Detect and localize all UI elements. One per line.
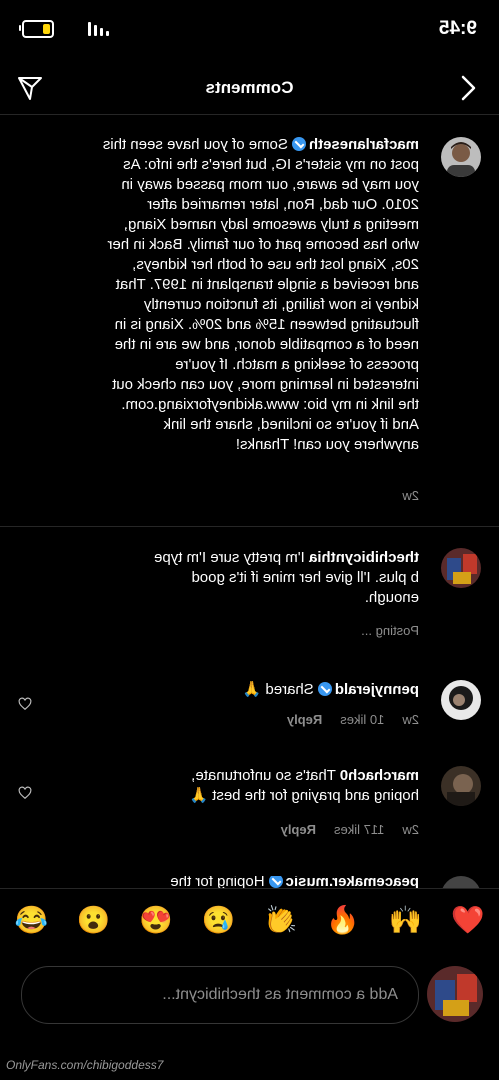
comment-meta: Posting ... bbox=[361, 623, 419, 638]
avatar[interactable] bbox=[441, 680, 481, 720]
comment-line: b plus. I'll give her mine if it's good bbox=[191, 569, 419, 586]
page-title: Comments bbox=[205, 78, 294, 97]
mirrored-screen: 9:45 Comments macfarlanesethSome of you … bbox=[0, 0, 499, 1080]
watermark: OnlyFans.com/chibigoddess7 bbox=[6, 1058, 164, 1072]
comment-line: hoping and praying for the best 🙏 bbox=[189, 787, 419, 804]
avatar[interactable] bbox=[441, 766, 481, 806]
status-bar: 9:45 bbox=[0, 0, 499, 60]
comment-username[interactable]: peacemaker.music bbox=[286, 876, 419, 888]
comment-body: macfarlaneseth Some of you have seen this… bbox=[59, 135, 419, 455]
comment-meta: 2w bbox=[402, 488, 419, 503]
posting-status: Posting ... bbox=[361, 623, 419, 638]
send-icon[interactable] bbox=[16, 74, 44, 102]
comment-line: Some of you have seen this bbox=[102, 136, 288, 153]
comment-input-wrapper bbox=[21, 966, 419, 1024]
reply-button[interactable]: Reply bbox=[281, 822, 316, 837]
emoji-crying[interactable]: 😢 bbox=[198, 904, 238, 936]
comment-line: need of a compatible donor, and we are i… bbox=[114, 336, 419, 353]
comment-line: the link in my bio: www.akidneyforxiang.… bbox=[121, 396, 419, 413]
comment-time: 2w bbox=[402, 822, 419, 837]
comment-line: anywhere you can! Thanks! bbox=[235, 436, 419, 453]
comment-body: thechibicynthia I'm pretty sure I'm type… bbox=[59, 548, 419, 608]
comment-line: process of seeking a match. If you're bbox=[175, 356, 419, 373]
comment-line: and received a single transplant in 1997… bbox=[115, 276, 419, 293]
emoji-heart[interactable]: ❤️ bbox=[448, 904, 488, 936]
emoji-quick-bar: ❤️ 🙌 🔥 👏 😢 😍 😮 😂 bbox=[0, 904, 499, 936]
comment-line: fluctuating between 15% and 20%. Xiang i… bbox=[114, 316, 419, 333]
comment-line: you may be aware, our mom passed away in bbox=[121, 176, 419, 193]
comment-body: pennyjerald Shared 🙏 bbox=[59, 680, 419, 700]
emoji-raised-hands[interactable]: 🙌 bbox=[385, 904, 425, 936]
comment-likes[interactable]: 10 likes bbox=[340, 712, 384, 727]
comment-line: enough. bbox=[364, 589, 419, 606]
header: Comments bbox=[0, 62, 499, 115]
comment-username[interactable]: thechibicynthia bbox=[309, 549, 419, 566]
divider bbox=[0, 526, 499, 527]
emoji-laughing[interactable]: 😂 bbox=[11, 904, 51, 936]
comment-line: meeting a truly awesome lady named Xiang… bbox=[123, 216, 419, 233]
comment-line: interested in learning more, you can che… bbox=[112, 376, 419, 393]
comment-time: 2w bbox=[402, 488, 419, 503]
comment-username[interactable]: pennyjerald bbox=[335, 681, 419, 698]
comment-peacemaker-music: peacemaker.music Hoping for the bbox=[0, 876, 499, 888]
comment-username[interactable]: macfarlaneseth bbox=[309, 136, 419, 153]
avatar[interactable] bbox=[441, 876, 481, 888]
like-heart-icon[interactable] bbox=[18, 697, 32, 711]
avatar[interactable] bbox=[441, 548, 481, 588]
comment-line: That's so unfortunate, bbox=[191, 767, 336, 784]
signal-icon bbox=[88, 22, 109, 36]
comment-line: 20s, Xiang lost the use of both her kidn… bbox=[132, 256, 419, 273]
comment-text: Shared 🙏 bbox=[242, 681, 314, 698]
current-user-avatar bbox=[427, 966, 483, 1022]
comment-body: peacemaker.music Hoping for the bbox=[59, 876, 419, 888]
avatar[interactable] bbox=[441, 137, 481, 177]
status-time: 9:45 bbox=[438, 18, 477, 39]
comment-time: 2w bbox=[402, 712, 419, 727]
comment-meta: 2w 117 likes Reply bbox=[281, 822, 419, 837]
comment-text: Hoping for the bbox=[170, 876, 265, 888]
comment-body: marchach0 That's so unfortunate, hoping … bbox=[59, 766, 419, 806]
battery-icon bbox=[22, 20, 54, 38]
comment-line: who has become part of our family. Back … bbox=[107, 236, 419, 253]
comment-likes[interactable]: 117 likes bbox=[334, 822, 384, 837]
verified-badge-icon bbox=[268, 876, 283, 888]
verified-badge-icon bbox=[317, 682, 332, 696]
comment-line: I'm pretty sure I'm type bbox=[154, 549, 305, 566]
comment-line: post on my sister's IG, but here's the i… bbox=[123, 156, 419, 173]
emoji-heart-eyes[interactable]: 😍 bbox=[136, 904, 176, 936]
comment-line: And if you're so inclined, share the lin… bbox=[163, 416, 419, 433]
battery-level bbox=[43, 24, 50, 34]
comment-username[interactable]: marchach0 bbox=[340, 767, 419, 784]
reply-button[interactable]: Reply bbox=[287, 712, 322, 727]
emoji-surprised[interactable]: 😮 bbox=[74, 904, 114, 936]
emoji-fire[interactable]: 🔥 bbox=[323, 904, 363, 936]
comment-input[interactable] bbox=[36, 967, 400, 1023]
comment-meta: 2w 10 likes Reply bbox=[287, 712, 419, 727]
emoji-bar-divider bbox=[0, 888, 499, 889]
comment-line: kidney is now failing, its function curr… bbox=[143, 296, 419, 313]
verified-badge-icon bbox=[291, 137, 306, 151]
like-heart-icon[interactable] bbox=[18, 786, 32, 800]
comment-line: 2010. Our dad, Ron, later remarried afte… bbox=[147, 196, 419, 213]
emoji-clap[interactable]: 👏 bbox=[261, 904, 301, 936]
